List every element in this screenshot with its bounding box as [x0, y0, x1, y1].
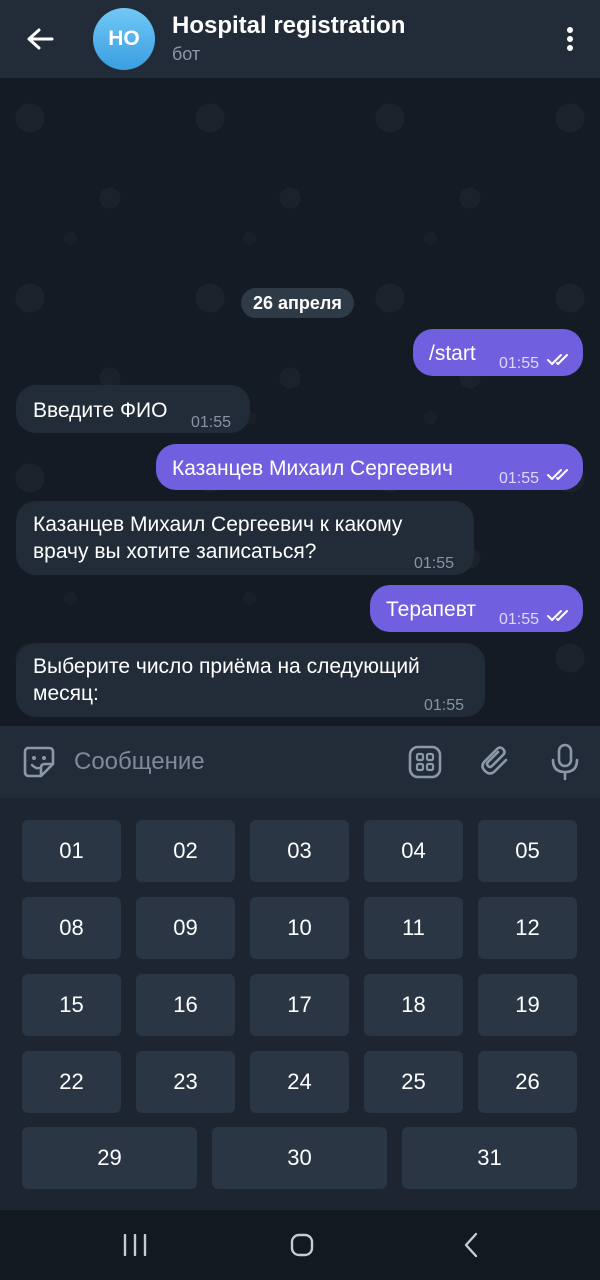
- keyboard-button[interactable]: 17: [250, 974, 349, 1036]
- message-outgoing[interactable]: Терапевт 01:55: [370, 585, 583, 632]
- message-text-line: Выберите число приёма на следующий: [33, 655, 420, 678]
- sticker-icon[interactable]: [21, 744, 57, 780]
- message-time: 01:55: [424, 697, 465, 714]
- message-time: 01:55: [414, 555, 455, 572]
- keyboard-button[interactable]: 08: [22, 897, 121, 959]
- message-text-line: месяц:: [33, 682, 99, 705]
- back-icon: [464, 1232, 478, 1258]
- back-button[interactable]: [0, 0, 80, 78]
- message-incoming[interactable]: Выберите число приёма на следующий месяц…: [16, 643, 485, 717]
- message-text-line: врачу вы хотите записаться?: [33, 540, 317, 563]
- message-text: Терапевт: [386, 598, 477, 621]
- message-time: 01:55: [499, 470, 540, 487]
- reply-keyboard: 01 02 03 04 05 08 09 10 11 12 15 16 17 1…: [0, 798, 600, 1210]
- keyboard-button[interactable]: 10: [250, 897, 349, 959]
- date-divider: 26 апреля: [241, 288, 354, 318]
- message-input[interactable]: Сообщение: [74, 748, 205, 776]
- more-vertical-icon: [567, 27, 573, 51]
- recent-apps-button[interactable]: [95, 1210, 175, 1280]
- chat-header: HO Hospital registration бот: [0, 0, 600, 78]
- keyboard-button[interactable]: 02: [136, 820, 235, 882]
- keyboard-button[interactable]: 31: [402, 1127, 577, 1189]
- message-text-line: Казанцев Михаил Сергеевич к какому: [33, 513, 403, 536]
- message-time: 01:55: [499, 611, 540, 628]
- message-composer: Сообщение: [0, 726, 600, 798]
- keyboard-button[interactable]: 11: [364, 897, 463, 959]
- keyboard-button[interactable]: 25: [364, 1051, 463, 1113]
- keyboard-button[interactable]: 04: [364, 820, 463, 882]
- chat-area[interactable]: 26 апреля /start 01:55 Введите ФИО 01:55…: [0, 78, 600, 726]
- system-back-button[interactable]: [431, 1210, 511, 1280]
- keyboard-button[interactable]: 23: [136, 1051, 235, 1113]
- double-check-icon: [547, 610, 568, 621]
- double-check-icon: [547, 469, 568, 480]
- system-nav-bar: [0, 1210, 600, 1280]
- keyboard-button[interactable]: 15: [22, 974, 121, 1036]
- message-time: 01:55: [499, 355, 540, 372]
- keyboard-button[interactable]: 16: [136, 974, 235, 1036]
- avatar[interactable]: HO: [93, 8, 155, 70]
- message-incoming[interactable]: Казанцев Михаил Сергеевич к какому врачу…: [16, 501, 474, 575]
- bot-menu-icon[interactable]: [408, 745, 442, 779]
- keyboard-button[interactable]: 18: [364, 974, 463, 1036]
- message-outgoing[interactable]: Казанцев Михаил Сергеевич 01:55: [156, 444, 583, 490]
- keyboard-button[interactable]: 01: [22, 820, 121, 882]
- keyboard-button[interactable]: 26: [478, 1051, 577, 1113]
- keyboard-button[interactable]: 29: [22, 1127, 197, 1189]
- chat-title: Hospital registration: [172, 12, 406, 39]
- attach-icon[interactable]: [479, 745, 513, 779]
- message-outgoing[interactable]: /start 01:55: [413, 329, 583, 376]
- more-menu-button[interactable]: [540, 0, 600, 78]
- keyboard-button[interactable]: 30: [212, 1127, 387, 1189]
- message-text: Казанцев Михаил Сергеевич: [172, 457, 453, 480]
- keyboard-button[interactable]: 09: [136, 897, 235, 959]
- message-text: Введите ФИО: [33, 399, 168, 422]
- home-icon: [290, 1233, 314, 1257]
- microphone-icon[interactable]: [550, 743, 580, 781]
- keyboard-button[interactable]: 03: [250, 820, 349, 882]
- chat-title-block[interactable]: Hospital registration бот: [172, 12, 540, 66]
- keyboard-button[interactable]: 05: [478, 820, 577, 882]
- keyboard-button[interactable]: 24: [250, 1051, 349, 1113]
- chat-subtitle: бот: [172, 44, 201, 64]
- message-time: 01:55: [191, 414, 232, 431]
- recent-apps-icon: [123, 1234, 147, 1256]
- message-text: /start: [429, 342, 476, 365]
- keyboard-button[interactable]: 22: [22, 1051, 121, 1113]
- message-incoming[interactable]: Введите ФИО 01:55: [16, 385, 250, 433]
- arrow-left-icon: [27, 28, 54, 50]
- home-button[interactable]: [262, 1210, 342, 1280]
- keyboard-button[interactable]: 19: [478, 974, 577, 1036]
- keyboard-button[interactable]: 12: [478, 897, 577, 959]
- double-check-icon: [547, 354, 568, 365]
